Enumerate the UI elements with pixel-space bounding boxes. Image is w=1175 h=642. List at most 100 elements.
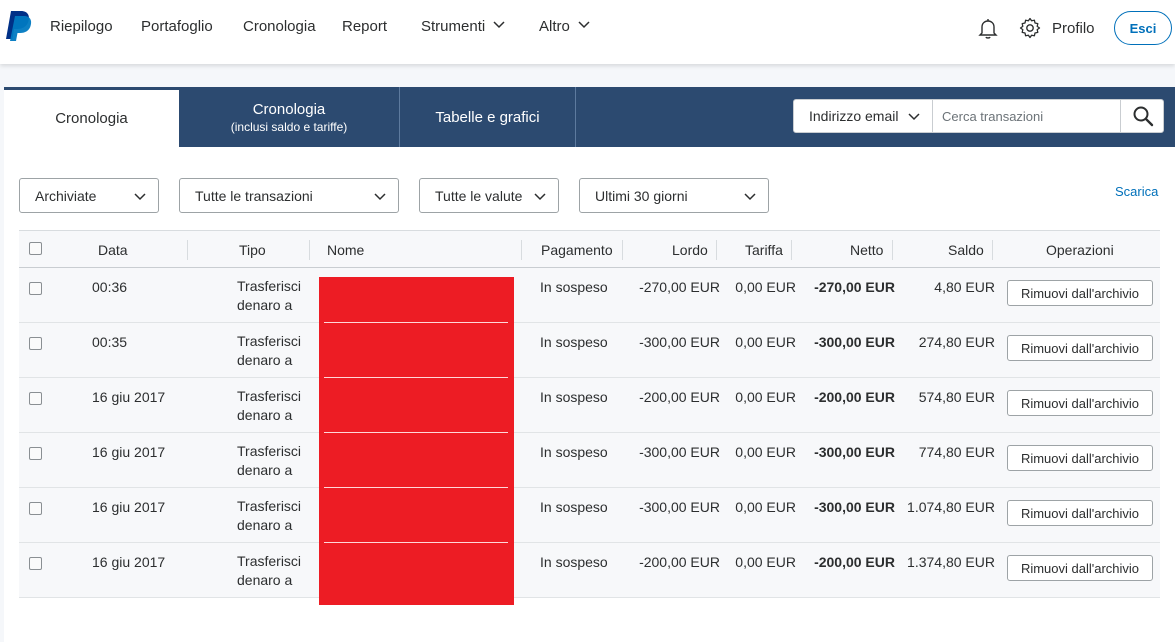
top-navigation: Riepilogo Portafoglio Cronologia Report … xyxy=(0,0,1175,64)
nav-item-report[interactable]: Report xyxy=(342,18,387,35)
currency-filter-value: Tutte le valute xyxy=(435,188,523,204)
tab-cronologia[interactable]: Cronologia xyxy=(4,87,179,147)
column-divider xyxy=(521,240,522,260)
transaction-type-filter-value: Tutte le transazioni xyxy=(195,188,313,204)
redaction-divider xyxy=(324,542,508,543)
currency-filter-select[interactable]: Tutte le valute xyxy=(419,178,559,213)
row-checkbox[interactable] xyxy=(29,337,42,350)
row-net: -200,00 EUR xyxy=(814,389,895,405)
nav-item-cronologia[interactable]: Cronologia xyxy=(243,18,316,35)
download-link[interactable]: Scarica xyxy=(1115,184,1158,199)
row-checkbox[interactable] xyxy=(29,557,42,570)
row-type-line2: denaro a xyxy=(237,352,293,368)
row-net: -270,00 EUR xyxy=(814,279,895,295)
nav-item-portafoglio[interactable]: Portafoglio xyxy=(141,18,213,35)
nav-item-riepilogo[interactable]: Riepilogo xyxy=(50,18,113,35)
redaction-divider xyxy=(324,432,508,433)
row-type: Trasferisci denaro a xyxy=(237,552,301,590)
column-divider xyxy=(716,240,717,260)
row-net: -200,00 EUR xyxy=(814,554,895,570)
row-fee: 0,00 EUR xyxy=(735,334,796,350)
row-checkbox[interactable] xyxy=(29,392,42,405)
search-type-select[interactable]: Indirizzo email xyxy=(794,100,933,132)
period-filter-select[interactable]: Ultimi 30 giorni xyxy=(579,178,769,213)
row-payment-status: In sospeso xyxy=(540,499,608,515)
row-payment-status: In sospeso xyxy=(540,279,608,295)
row-net: -300,00 EUR xyxy=(814,444,895,460)
chevron-down-icon xyxy=(534,193,546,201)
row-type: Trasferisci denaro a xyxy=(237,497,301,535)
row-date: 16 giu 2017 xyxy=(92,499,166,515)
column-header-pagamento[interactable]: Pagamento xyxy=(541,242,613,258)
column-header-data[interactable]: Data xyxy=(98,242,128,258)
profile-link[interactable]: Profilo xyxy=(1052,20,1095,37)
row-balance: 1.374,80 EUR xyxy=(907,554,995,570)
search-bar: Indirizzo email xyxy=(793,99,1164,133)
unarchive-button[interactable]: Rimuovi dall'archivio xyxy=(1007,500,1153,526)
tab-tabelle-grafici[interactable]: Tabelle e grafici xyxy=(400,87,575,147)
row-balance: 574,80 EUR xyxy=(918,389,995,405)
row-type: Trasferisci denaro a xyxy=(237,442,301,480)
unarchive-button[interactable]: Rimuovi dall'archivio xyxy=(1007,555,1153,581)
archive-filter-select[interactable]: Archiviate xyxy=(19,178,159,213)
column-header-lordo[interactable]: Lordo xyxy=(672,242,708,258)
row-type-line2: denaro a xyxy=(237,462,293,478)
tab-cronologia-saldo-tariffe[interactable]: Cronologia (inclusi saldo e tariffe) xyxy=(179,87,399,147)
column-header-tipo[interactable]: Tipo xyxy=(239,242,266,258)
row-type: Trasferisci denaro a xyxy=(237,332,301,370)
unarchive-button[interactable]: Rimuovi dall'archivio xyxy=(1007,445,1153,471)
row-balance: 774,80 EUR xyxy=(918,444,995,460)
tab-cronologia-saldo-sublabel: (inclusi saldo e tariffe) xyxy=(230,119,348,134)
row-payment-status: In sospeso xyxy=(540,554,608,570)
logout-button[interactable]: Esci xyxy=(1114,11,1172,45)
row-gross: -270,00 EUR xyxy=(639,279,720,295)
row-checkbox[interactable] xyxy=(29,502,42,515)
table-row[interactable]: 16 giu 2017 Trasferisci denaro a In sospeso… xyxy=(19,543,1160,598)
row-balance: 274,80 EUR xyxy=(918,334,995,350)
search-icon xyxy=(1133,106,1153,127)
column-header-netto[interactable]: Netto xyxy=(850,242,883,258)
row-gross: -300,00 EUR xyxy=(639,499,720,515)
row-balance: 1.074,80 EUR xyxy=(907,499,995,515)
nav-item-strumenti[interactable]: Strumenti xyxy=(421,18,505,35)
row-fee: 0,00 EUR xyxy=(735,554,796,570)
select-all-checkbox[interactable] xyxy=(29,242,42,255)
row-type-line2: denaro a xyxy=(237,297,293,313)
transaction-type-filter-select[interactable]: Tutte le transazioni xyxy=(179,178,399,213)
column-divider xyxy=(187,240,188,260)
table-header: Data Tipo Nome Pagamento Lordo Tariffa N… xyxy=(19,230,1160,268)
row-checkbox[interactable] xyxy=(29,447,42,460)
table-row[interactable]: 16 giu 2017 Trasferisci denaro a In sospeso… xyxy=(19,488,1160,543)
column-header-tariffa[interactable]: Tariffa xyxy=(745,242,783,258)
table-row[interactable]: 00:36 Trasferisci denaro a In sospeso -270,0… xyxy=(19,268,1160,323)
table-row[interactable]: 16 giu 2017 Trasferisci denaro a In sospeso… xyxy=(19,433,1160,488)
bell-icon[interactable] xyxy=(976,16,1000,40)
unarchive-button[interactable]: Rimuovi dall'archivio xyxy=(1007,390,1153,416)
row-net: -300,00 EUR xyxy=(814,499,895,515)
column-header-nome[interactable]: Nome xyxy=(327,242,364,258)
nav-item-altro[interactable]: Altro xyxy=(539,18,590,35)
row-fee: 0,00 EUR xyxy=(735,444,796,460)
row-date: 00:35 xyxy=(92,334,128,350)
table-row[interactable]: 00:35 Trasferisci denaro a In sospeso -300,0… xyxy=(19,323,1160,378)
row-type-line1: Trasferisci xyxy=(237,333,302,349)
search-button[interactable] xyxy=(1120,100,1164,132)
tab-divider xyxy=(575,87,576,147)
row-checkbox[interactable] xyxy=(29,282,42,295)
gear-icon[interactable] xyxy=(1018,16,1042,40)
row-fee: 0,00 EUR xyxy=(735,279,796,295)
row-net: -300,00 EUR xyxy=(814,334,895,350)
paypal-logo-icon[interactable] xyxy=(4,10,32,42)
row-fee: 0,00 EUR xyxy=(735,499,796,515)
chevron-down-icon xyxy=(374,193,386,201)
unarchive-button[interactable]: Rimuovi dall'archivio xyxy=(1007,335,1153,361)
row-type-line2: denaro a xyxy=(237,517,293,533)
table-row[interactable]: 16 giu 2017 Trasferisci denaro a In sospeso… xyxy=(19,378,1160,433)
redaction-block xyxy=(319,277,514,605)
nav-item-strumenti-label: Strumenti xyxy=(421,18,486,35)
column-header-saldo[interactable]: Saldo xyxy=(948,242,984,258)
row-type-line1: Trasferisci xyxy=(237,278,302,294)
unarchive-button[interactable]: Rimuovi dall'archivio xyxy=(1007,280,1153,306)
search-input[interactable] xyxy=(934,100,1120,132)
redaction-divider xyxy=(324,322,508,323)
